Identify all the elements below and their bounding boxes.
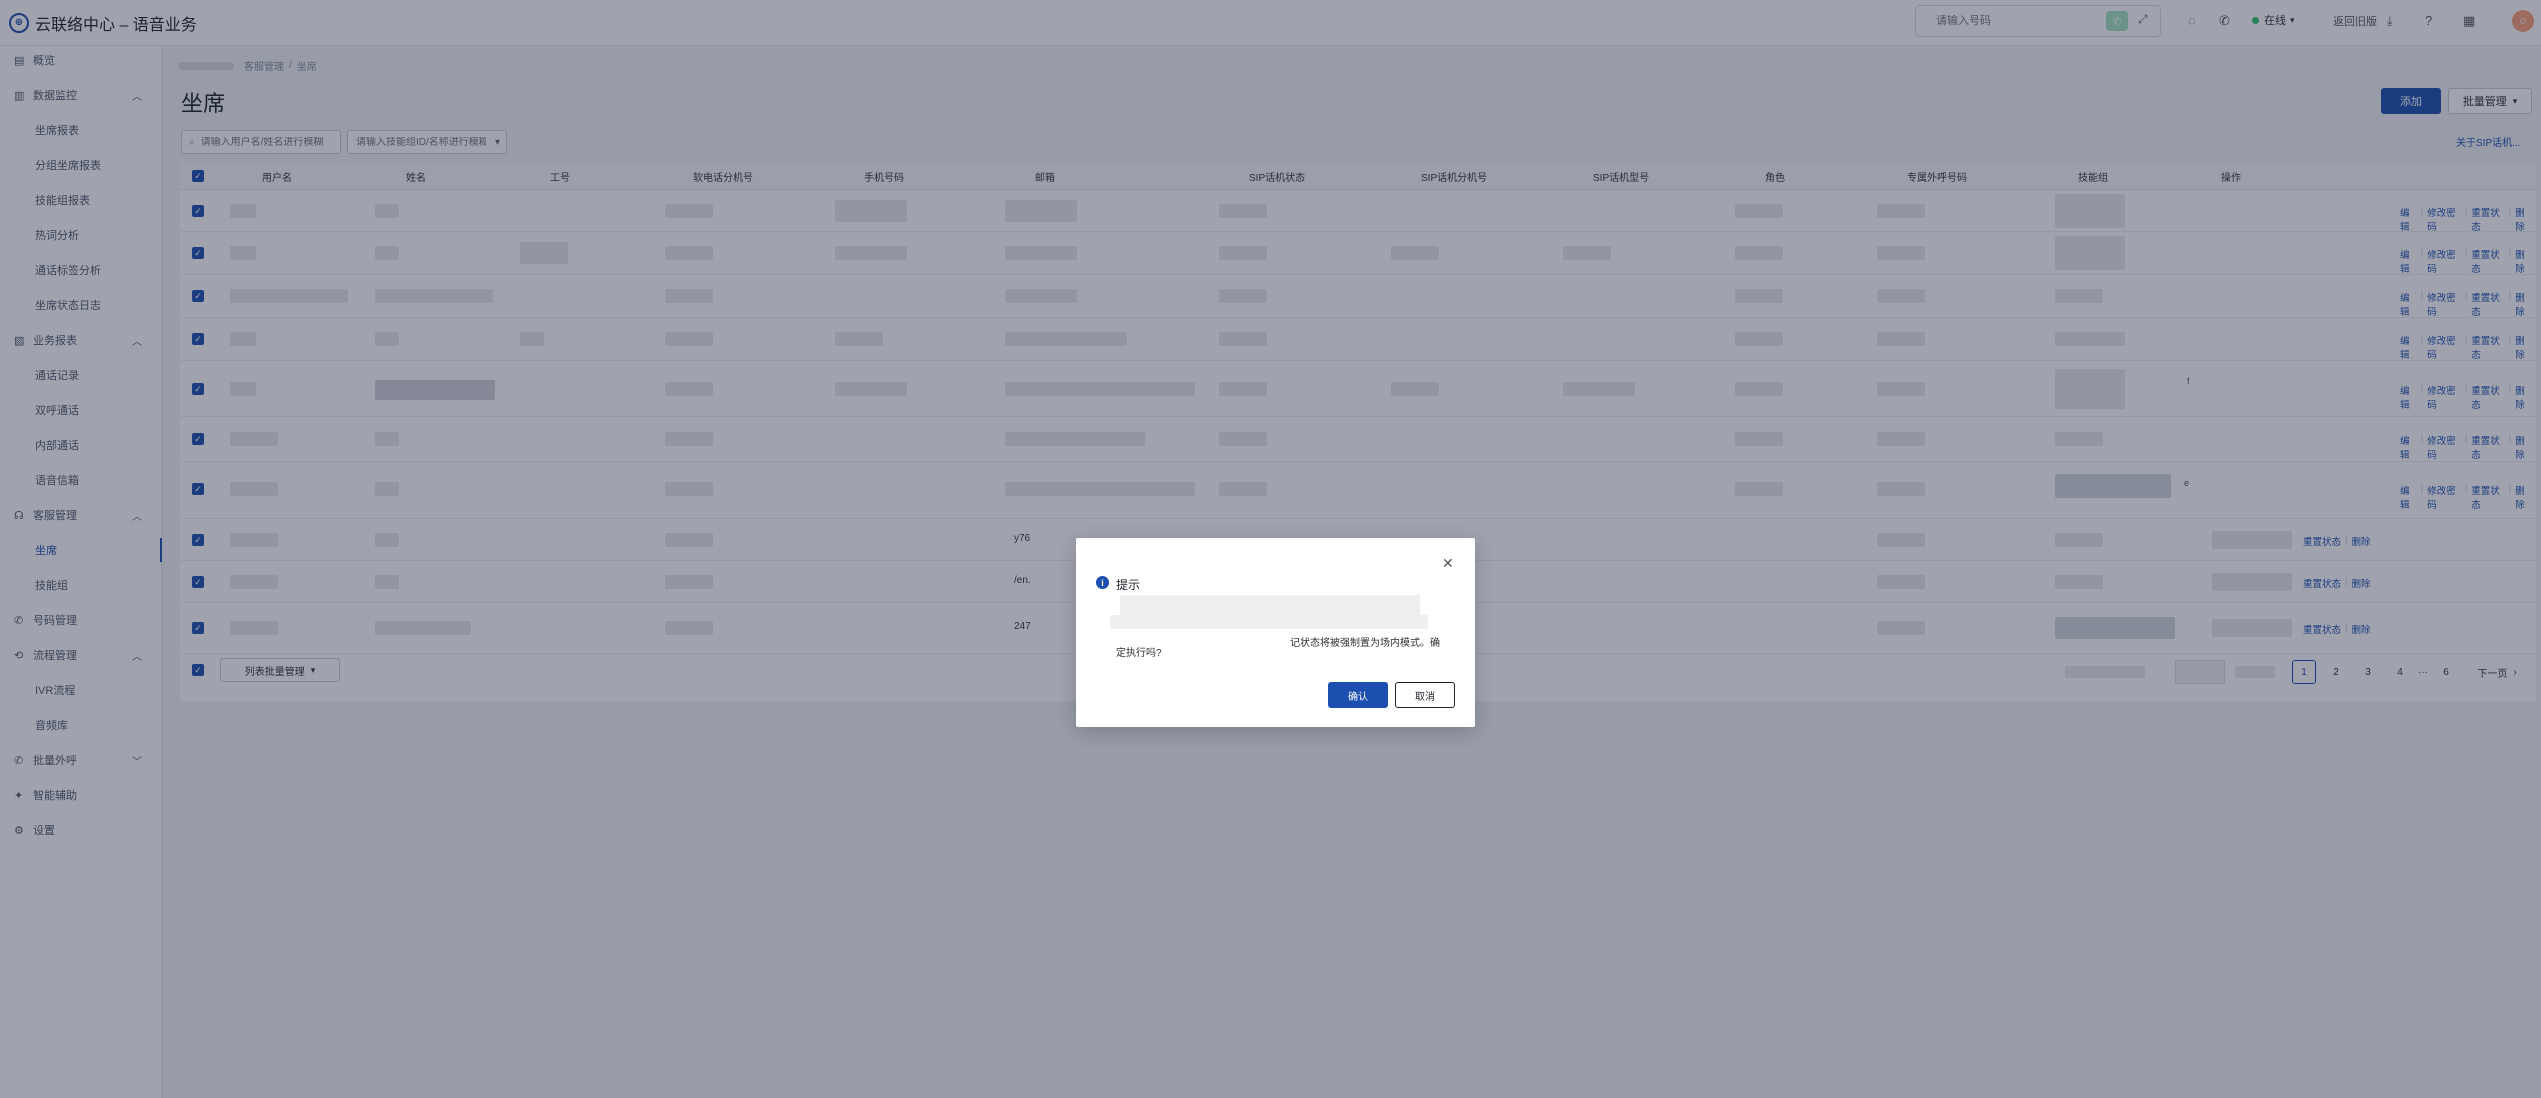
dialog-title: 提示	[1116, 578, 1141, 592]
blurred-message	[1110, 615, 1428, 629]
dialog-message: 记状态将被强制置为场内模式。确	[1290, 638, 1440, 649]
confirm-dialog: ✕ i 提示 记状态将被强制置为场内模式。确 定执行吗? 确认 取消	[1076, 538, 1475, 727]
info-icon: i	[1096, 576, 1109, 589]
dialog-message-cont: 定执行吗?	[1116, 648, 1162, 659]
close-icon[interactable]: ✕	[1442, 555, 1454, 572]
confirm-button[interactable]: 确认	[1328, 682, 1388, 708]
cancel-button[interactable]: 取消	[1395, 682, 1455, 708]
blurred-message	[1120, 595, 1420, 615]
